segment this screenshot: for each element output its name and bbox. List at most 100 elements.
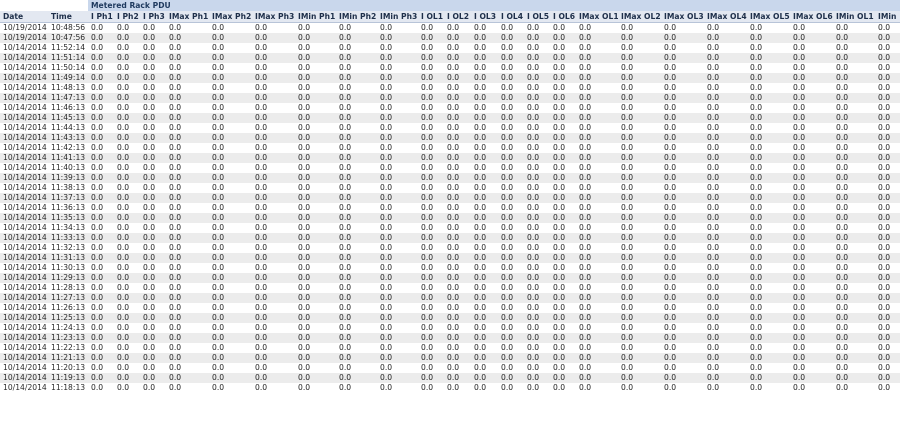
time-cell: 10:47:56 xyxy=(48,33,88,43)
value-cell: 0.0 xyxy=(140,273,166,283)
value-cell: 0.0 xyxy=(471,313,498,323)
value-cell: 0.0 xyxy=(704,113,747,123)
value-cell: 0.0 xyxy=(790,233,833,243)
value-cell: 0.0 xyxy=(252,353,295,363)
value-cell: 0.0 xyxy=(618,333,661,343)
value-cell: 0.0 xyxy=(377,63,418,73)
value-cell: 0.0 xyxy=(471,353,498,363)
value-cell: 0.0 xyxy=(747,303,790,313)
value-cell: 0.0 xyxy=(524,133,550,143)
value-cell: 0.0 xyxy=(209,133,252,143)
time-cell: 11:35:13 xyxy=(48,213,88,223)
value-cell: 0.0 xyxy=(209,383,252,393)
time-cell: 11:52:14 xyxy=(48,43,88,53)
value-cell: 0.0 xyxy=(524,43,550,53)
value-cell: 0.0 xyxy=(524,33,550,43)
value-cell: 0.0 xyxy=(295,133,336,143)
value-cell: 0.0 xyxy=(471,73,498,83)
value-cell: 0.0 xyxy=(377,233,418,243)
value-cell: 0.0 xyxy=(747,83,790,93)
value-cell: 0.0 xyxy=(576,22,618,33)
value-cell: 0.0 xyxy=(618,353,661,363)
value-cell: 0.0 xyxy=(444,283,471,293)
value-cell: 0.0 xyxy=(252,153,295,163)
time-cell: 11:40:13 xyxy=(48,163,88,173)
value-cell: 0.0 xyxy=(524,173,550,183)
value-cell: 0.0 xyxy=(524,313,550,323)
value-cell: 0.0 xyxy=(576,353,618,363)
value-cell: 0.0 xyxy=(790,53,833,63)
table-row: 10/14/2014 11:18:13 0.0 0.0 0.0 0.0 0.0 0.0 0.0 0… xyxy=(0,383,900,393)
group-header-spacer xyxy=(0,0,88,11)
value-cell: 0.0 xyxy=(114,53,140,63)
value-cell: 0.0 xyxy=(790,183,833,193)
time-cell: 11:27:13 xyxy=(48,293,88,303)
value-cell: 0.0 xyxy=(295,293,336,303)
value-cell: 0.0 xyxy=(747,383,790,393)
value-cell: 0.0 xyxy=(833,343,875,353)
value-cell: 0.0 xyxy=(88,323,114,333)
value-cell: 0.0 xyxy=(209,22,252,33)
value-cell: 0.0 xyxy=(790,253,833,263)
value-cell: 0.0 xyxy=(336,253,377,263)
table-row: 10/14/2014 11:40:13 0.0 0.0 0.0 0.0 0.0 0.0 0.0 0… xyxy=(0,163,900,173)
value-cell: 0.0 xyxy=(471,53,498,63)
value-cell: 0.0 xyxy=(377,293,418,303)
table-row: 10/14/2014 11:45:13 0.0 0.0 0.0 0.0 0.0 0.0 0.0 0… xyxy=(0,113,900,123)
value-cell: 0.0 xyxy=(209,183,252,193)
value-cell: 0.0 xyxy=(661,213,704,223)
table-row: 10/14/2014 11:32:13 0.0 0.0 0.0 0.0 0.0 0.0 0.0 0… xyxy=(0,243,900,253)
value-cell: 0.0 xyxy=(747,43,790,53)
value-cell: 0.0 xyxy=(576,123,618,133)
time-cell: 11:28:13 xyxy=(48,283,88,293)
column-header: IMin xyxy=(875,11,900,23)
value-cell: 0.0 xyxy=(114,193,140,203)
date-cell: 10/19/2014 xyxy=(0,22,48,33)
date-cell: 10/14/2014 xyxy=(0,123,48,133)
value-cell: 0.0 xyxy=(209,253,252,263)
value-cell: 0.0 xyxy=(833,93,875,103)
value-cell: 0.0 xyxy=(498,283,524,293)
value-cell: 0.0 xyxy=(498,273,524,283)
value-cell: 0.0 xyxy=(295,193,336,203)
value-cell: 0.0 xyxy=(209,83,252,93)
value-cell: 0.0 xyxy=(88,303,114,313)
value-cell: 0.0 xyxy=(252,383,295,393)
value-cell: 0.0 xyxy=(444,353,471,363)
value-cell: 0.0 xyxy=(88,353,114,363)
value-cell: 0.0 xyxy=(618,103,661,113)
value-cell: 0.0 xyxy=(576,363,618,373)
value-cell: 0.0 xyxy=(790,283,833,293)
value-cell: 0.0 xyxy=(88,233,114,243)
value-cell: 0.0 xyxy=(444,373,471,383)
value-cell: 0.0 xyxy=(661,183,704,193)
value-cell: 0.0 xyxy=(704,193,747,203)
value-cell: 0.0 xyxy=(295,153,336,163)
value-cell: 0.0 xyxy=(790,363,833,373)
value-cell: 0.0 xyxy=(875,143,900,153)
value-cell: 0.0 xyxy=(833,43,875,53)
value-cell: 0.0 xyxy=(418,113,444,123)
value-cell: 0.0 xyxy=(140,363,166,373)
value-cell: 0.0 xyxy=(833,113,875,123)
value-cell: 0.0 xyxy=(661,323,704,333)
value-cell: 0.0 xyxy=(209,73,252,83)
value-cell: 0.0 xyxy=(747,243,790,253)
value-cell: 0.0 xyxy=(209,53,252,63)
value-cell: 0.0 xyxy=(704,263,747,273)
time-cell: 11:31:13 xyxy=(48,253,88,263)
value-cell: 0.0 xyxy=(140,353,166,363)
value-cell: 0.0 xyxy=(833,203,875,213)
value-cell: 0.0 xyxy=(576,313,618,323)
table-row: 10/14/2014 11:26:13 0.0 0.0 0.0 0.0 0.0 0.0 0.0 0… xyxy=(0,303,900,313)
value-cell: 0.0 xyxy=(252,123,295,133)
value-cell: 0.0 xyxy=(209,113,252,123)
date-cell: 10/14/2014 xyxy=(0,253,48,263)
value-cell: 0.0 xyxy=(833,273,875,283)
value-cell: 0.0 xyxy=(166,103,209,113)
time-cell: 11:37:13 xyxy=(48,193,88,203)
value-cell: 0.0 xyxy=(576,103,618,113)
value-cell: 0.0 xyxy=(498,43,524,53)
value-cell: 0.0 xyxy=(377,283,418,293)
value-cell: 0.0 xyxy=(833,323,875,333)
